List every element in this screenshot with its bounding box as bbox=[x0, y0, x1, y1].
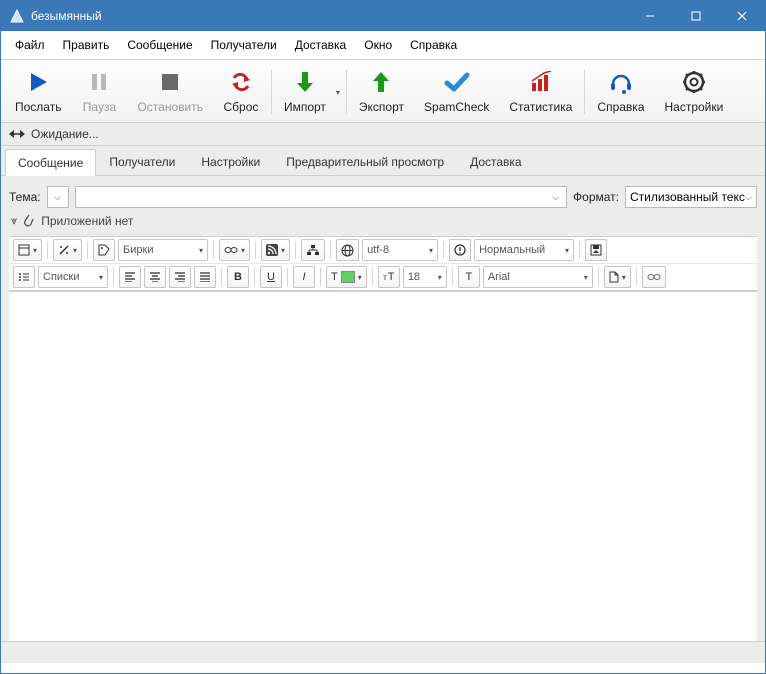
encoding-combo[interactable]: utf-8▾ bbox=[362, 239, 438, 261]
attachment-row: ⩔ Приложений нет bbox=[9, 214, 757, 228]
font-size-picker[interactable]: тT bbox=[378, 266, 400, 288]
format-label: Формат: bbox=[573, 190, 619, 204]
attachment-icon bbox=[23, 214, 35, 228]
priority-icon-button[interactable] bbox=[449, 239, 471, 261]
maximize-button[interactable] bbox=[673, 1, 719, 31]
rss-button[interactable]: ▾ bbox=[261, 239, 290, 261]
save-button[interactable] bbox=[585, 239, 607, 261]
bold-button[interactable]: B bbox=[227, 266, 249, 288]
help-button[interactable]: Справка bbox=[587, 66, 654, 118]
send-button[interactable]: Послать bbox=[5, 66, 71, 118]
reset-button[interactable]: Сброс bbox=[213, 66, 269, 118]
menu-edit[interactable]: Править bbox=[55, 35, 118, 55]
main-toolbar: Послать Пауза Остановить Сброс Импорт ▾ … bbox=[1, 60, 765, 123]
text-color-button[interactable]: T ▾ bbox=[326, 266, 367, 288]
pause-icon bbox=[85, 68, 113, 96]
font-family-combo[interactable]: Arial▾ bbox=[483, 266, 593, 288]
menu-window[interactable]: Окно bbox=[356, 35, 400, 55]
arrow-down-icon bbox=[291, 68, 319, 96]
stop-button[interactable]: Остановить bbox=[127, 66, 213, 118]
check-icon bbox=[443, 68, 471, 96]
globe-button[interactable] bbox=[336, 239, 359, 261]
bullets-button[interactable] bbox=[13, 266, 35, 288]
priority-combo[interactable]: Нормальный▾ bbox=[474, 239, 574, 261]
layout-button[interactable]: ▾ bbox=[13, 239, 42, 261]
subject-history-dropdown[interactable]: ⌵ bbox=[47, 186, 69, 208]
import-dropdown[interactable]: ▾ bbox=[336, 88, 344, 97]
bottom-statusbar bbox=[1, 641, 765, 663]
align-right-button[interactable] bbox=[169, 266, 191, 288]
menubar: Файл Править Сообщение Получатели Достав… bbox=[1, 31, 765, 60]
tab-delivery[interactable]: Доставка bbox=[457, 148, 535, 175]
settings-button[interactable]: Настройки bbox=[655, 66, 734, 118]
content-area: Тема: ⌵ ⌵ Формат: Стилизованный текст ⌵ … bbox=[1, 176, 765, 641]
pause-button[interactable]: Пауза bbox=[71, 66, 127, 118]
insert-link-button[interactable] bbox=[642, 266, 666, 288]
menu-recipients[interactable]: Получатели bbox=[203, 35, 285, 55]
menu-delivery[interactable]: Доставка bbox=[287, 35, 355, 55]
tabstrip: Сообщение Получатели Настройки Предварит… bbox=[1, 146, 765, 176]
subject-input[interactable]: ⌵ bbox=[75, 186, 567, 208]
lists-combo[interactable]: Списки▾ bbox=[38, 266, 108, 288]
format-select[interactable]: Стилизованный текст ⌵ bbox=[625, 186, 757, 208]
spamcheck-button[interactable]: SpamCheck bbox=[414, 66, 499, 118]
stop-icon bbox=[156, 68, 184, 96]
status-strip: Ожидание... bbox=[1, 123, 765, 146]
align-justify-button[interactable] bbox=[194, 266, 216, 288]
chart-icon bbox=[527, 68, 555, 96]
bidir-arrow-icon bbox=[9, 129, 25, 139]
separator bbox=[584, 70, 585, 114]
tab-message[interactable]: Сообщение bbox=[5, 149, 96, 176]
underline-button[interactable]: U bbox=[260, 266, 282, 288]
play-icon bbox=[24, 68, 52, 96]
menu-file[interactable]: Файл bbox=[7, 35, 53, 55]
tab-recipients[interactable]: Получатели bbox=[96, 148, 188, 175]
arrow-up-icon bbox=[367, 68, 395, 96]
minimize-button[interactable] bbox=[627, 1, 673, 31]
link-button[interactable]: ▾ bbox=[219, 239, 250, 261]
document-button[interactable]: ▾ bbox=[604, 266, 631, 288]
close-button[interactable] bbox=[719, 1, 765, 31]
sitemap-button[interactable] bbox=[301, 239, 325, 261]
subject-row: Тема: ⌵ ⌵ Формат: Стилизованный текст ⌵ bbox=[9, 186, 757, 208]
expand-icon[interactable]: ⩔ bbox=[11, 215, 17, 228]
menu-help[interactable]: Справка bbox=[402, 35, 465, 55]
tab-preview[interactable]: Предварительный просмотр bbox=[273, 148, 457, 175]
font-size-combo[interactable]: 18▾ bbox=[403, 266, 447, 288]
separator bbox=[271, 70, 272, 114]
tags-combo[interactable]: Бирки▾ bbox=[118, 239, 208, 261]
editor-textarea[interactable] bbox=[9, 291, 757, 641]
status-text: Ожидание... bbox=[31, 127, 99, 141]
magic-button[interactable]: ▾ bbox=[53, 239, 82, 261]
import-button[interactable]: Импорт bbox=[274, 66, 336, 118]
align-center-button[interactable] bbox=[144, 266, 166, 288]
separator bbox=[346, 70, 347, 114]
menu-message[interactable]: Сообщение bbox=[119, 35, 200, 55]
tab-settings[interactable]: Настройки bbox=[188, 148, 273, 175]
tag-icon-button[interactable] bbox=[93, 239, 115, 261]
app-icon bbox=[9, 8, 25, 24]
headset-icon bbox=[607, 68, 635, 96]
align-left-button[interactable] bbox=[119, 266, 141, 288]
font-family-picker[interactable]: T bbox=[458, 266, 480, 288]
gear-icon bbox=[680, 68, 708, 96]
stats-button[interactable]: Статистика bbox=[499, 66, 582, 118]
refresh-icon bbox=[227, 68, 255, 96]
subject-label: Тема: bbox=[9, 190, 41, 204]
export-button[interactable]: Экспорт bbox=[349, 66, 414, 118]
window-controls bbox=[627, 1, 765, 31]
window-title: безымянный bbox=[31, 9, 627, 23]
titlebar: безымянный bbox=[1, 1, 765, 31]
attachment-text: Приложений нет bbox=[41, 214, 133, 228]
editor-toolbar: ▾ ▾ Бирки▾ ▾ ▾ utf-8▾ Нормальный▾ Списки… bbox=[9, 236, 757, 291]
italic-button[interactable]: I bbox=[293, 266, 315, 288]
